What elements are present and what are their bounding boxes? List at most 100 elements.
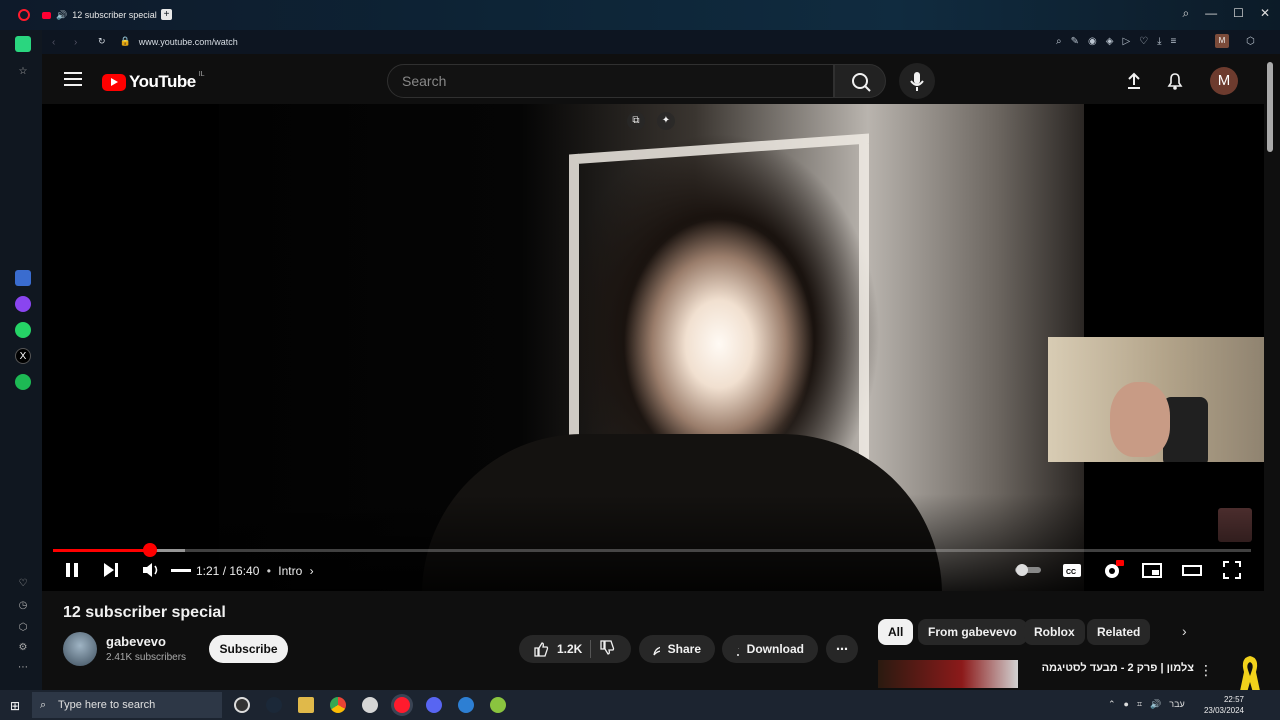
reload-icon[interactable]: ↻ <box>98 36 106 47</box>
tray-volume-icon[interactable]: 🔊 <box>1150 699 1161 710</box>
download-button[interactable]: Download <box>722 635 818 663</box>
close-icon[interactable]: ✕ <box>1260 6 1270 21</box>
more-icon[interactable]: ⋯ <box>15 660 31 676</box>
copy-icon[interactable]: ⧉ <box>627 112 645 130</box>
tray-chevron-icon[interactable]: ⌃ <box>1108 699 1116 710</box>
taskbar-apps <box>234 697 506 713</box>
search-button[interactable] <box>834 64 886 98</box>
chip-related[interactable]: Related <box>1087 619 1151 645</box>
shield-icon[interactable]: ◈ <box>1106 36 1114 47</box>
recommendation-thumbnail[interactable] <box>878 660 1018 688</box>
recommendation-title[interactable]: צלמון | פרק 2 - מבעד לסטיגמה <box>1024 662 1194 674</box>
new-tab-button[interactable]: + <box>161 9 172 20</box>
account-avatar[interactable]: M <box>1210 67 1238 95</box>
sparkle-icon[interactable]: ✦ <box>657 112 675 130</box>
app-icon[interactable] <box>362 697 378 713</box>
like-dislike-group: 1.2K <box>519 635 631 663</box>
browser-tab[interactable]: 🔊 12 subscriber special <box>42 5 160 25</box>
fullscreen-button[interactable] <box>1222 560 1242 583</box>
volume-button[interactable] <box>141 560 161 583</box>
video-player[interactable]: ⧉ ✦ 1:21 / 16:40 • Intro › CC <box>42 104 1264 591</box>
chip-from-channel[interactable]: From gabevevo <box>918 619 1027 645</box>
taskbar-clock[interactable]: 22:57 23/03/2024 <box>1200 694 1244 716</box>
back-icon[interactable]: ‹ <box>52 37 55 48</box>
menu-icon[interactable]: ≡ <box>1171 36 1177 47</box>
captions-button[interactable]: CC <box>1062 560 1082 583</box>
share-label: Share <box>667 642 701 656</box>
forward-icon[interactable]: › <box>74 37 77 48</box>
download-icon[interactable]: ⤓ <box>1157 36 1161 47</box>
like-button[interactable]: 1.2K <box>533 641 582 657</box>
settings-icon[interactable]: ⚙ <box>15 640 31 656</box>
scrollbar-thumb[interactable] <box>1267 62 1273 152</box>
discord-icon[interactable] <box>426 697 442 713</box>
pause-button[interactable] <box>64 560 80 583</box>
heart-icon[interactable]: ♡ <box>1139 36 1148 47</box>
messenger-icon[interactable] <box>15 296 31 312</box>
tab-search-icon[interactable]: ⌕ <box>1182 6 1189 21</box>
x-icon[interactable]: X <box>15 348 31 364</box>
chrome-icon[interactable] <box>330 697 346 713</box>
hamburger-menu-icon[interactable] <box>64 72 82 90</box>
share-button[interactable]: Share <box>639 635 715 663</box>
scrubber-handle[interactable] <box>143 543 158 557</box>
maximize-icon[interactable]: ☐ <box>1233 6 1244 21</box>
edit-icon[interactable]: ✎ <box>1071 36 1079 47</box>
bell-icon <box>1167 73 1183 90</box>
spotify-icon[interactable] <box>15 374 31 390</box>
minimize-icon[interactable]: — <box>1205 6 1217 21</box>
whatsapp-icon[interactable] <box>15 322 31 338</box>
chip-all[interactable]: All <box>878 619 914 645</box>
chip-roblox[interactable]: Roblox <box>1024 619 1085 645</box>
tray-language[interactable]: עבר <box>1169 699 1184 710</box>
bookmark-icon[interactable]: ☆ <box>15 64 31 80</box>
volume-slider[interactable] <box>171 569 191 572</box>
settings-button[interactable] <box>1102 560 1124 583</box>
obs-icon[interactable] <box>234 697 250 713</box>
miniplayer-icon <box>1142 563 1162 578</box>
app-icon[interactable] <box>15 270 31 286</box>
extension-icons: ⌕ ✎ ◉ ◈ ▷ ♡ ⤓ ≡ <box>1056 36 1176 47</box>
file-explorer-icon[interactable] <box>298 697 314 713</box>
opera-taskbar-icon[interactable] <box>394 697 410 713</box>
tray-network-icon[interactable]: ⌗ <box>1137 699 1142 710</box>
dislike-button[interactable] <box>599 639 615 659</box>
channel-avatar[interactable] <box>63 632 97 666</box>
channel-name[interactable]: gabevevo <box>106 634 166 649</box>
upload-button[interactable] <box>1125 72 1143 95</box>
chip-next-icon[interactable]: › <box>1182 623 1187 639</box>
youtube-logo[interactable]: YouTube IL <box>102 71 205 92</box>
recommendation-menu-icon[interactable]: ⋮ <box>1199 662 1213 679</box>
chevron-right-icon[interactable]: › <box>310 564 314 578</box>
miniplayer-button[interactable] <box>1142 560 1162 583</box>
cube-icon[interactable]: ⬡ <box>1246 36 1255 47</box>
extensions-icon[interactable]: ⬡ <box>15 620 31 636</box>
subscribe-button[interactable]: Subscribe <box>209 635 288 663</box>
more-actions-button[interactable]: ⋯ <box>826 635 858 663</box>
heart-sidebar-icon[interactable]: ♡ <box>15 576 31 592</box>
next-button[interactable] <box>102 560 120 583</box>
taskbar-search[interactable]: ⌕ Type here to search <box>32 692 222 718</box>
theater-mode-button[interactable] <box>1182 560 1202 583</box>
notifications-button[interactable] <box>1165 71 1185 96</box>
chapter-title[interactable]: Intro <box>278 564 302 578</box>
play-icon[interactable]: ▷ <box>1122 36 1130 47</box>
url-field[interactable]: ↻ 🔒 www.youtube.com/watch <box>98 36 238 47</box>
voice-search-button[interactable] <box>899 63 935 99</box>
tray-mic-icon[interactable]: ● <box>1124 699 1129 710</box>
speaker-icon[interactable]: 🔊 <box>56 10 67 21</box>
progress-bar[interactable] <box>53 549 1251 552</box>
aria-icon[interactable] <box>15 36 31 52</box>
camera-icon[interactable]: ◉ <box>1088 36 1097 47</box>
steam-icon[interactable] <box>266 697 282 713</box>
browser-profile[interactable]: M <box>1215 34 1229 48</box>
autoplay-toggle[interactable] <box>1014 564 1042 579</box>
history-icon[interactable]: ◷ <box>15 598 31 614</box>
app2-icon[interactable] <box>458 697 474 713</box>
app3-icon[interactable] <box>490 697 506 713</box>
windows-start-icon[interactable]: ⊞ <box>10 699 20 713</box>
zoom-icon[interactable]: ⌕ <box>1056 36 1062 47</box>
opera-logo-icon[interactable] <box>18 9 30 21</box>
webcam-person <box>1110 382 1170 457</box>
search-input[interactable]: Search <box>387 64 834 98</box>
